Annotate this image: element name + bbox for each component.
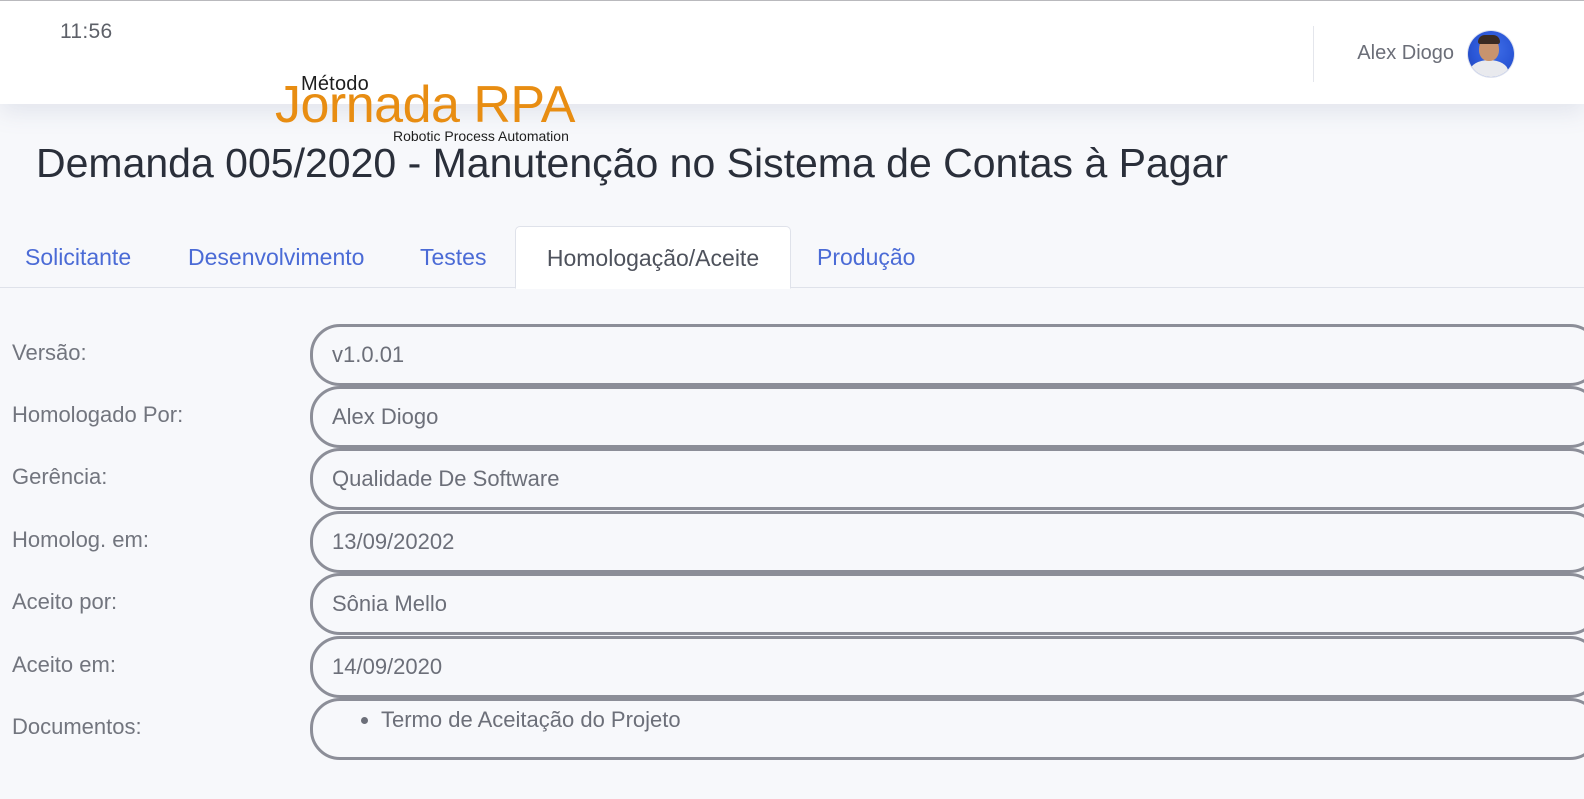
- tab-desenvolvimento[interactable]: Desenvolvimento: [188, 226, 364, 288]
- avatar-shirt: [1470, 60, 1508, 77]
- top-bar: 11:56 Alex Diogo: [0, 0, 1584, 104]
- aceito-em-label: Aceito em:: [12, 652, 116, 677]
- divider: [1313, 26, 1314, 82]
- aceito-em-field[interactable]: 14/09/2020: [310, 636, 1584, 698]
- aceito-por-field[interactable]: Sônia Mello: [310, 573, 1584, 635]
- homologado-por-label: Homologado Por:: [12, 402, 184, 427]
- documentos-label: Documentos:: [12, 714, 142, 739]
- documentos-field: Termo de Aceitação do Projeto: [310, 698, 1584, 760]
- logo-sub-text: Robotic Process Automation: [393, 128, 569, 144]
- gerencia-field[interactable]: Qualidade De Software: [310, 448, 1584, 510]
- logo: Jornada RPA Método Robotic Process Autom…: [275, 72, 585, 148]
- page-title: Demanda 005/2020 - Manutenção no Sistema…: [36, 140, 1229, 186]
- tab-solicitante[interactable]: Solicitante: [25, 226, 131, 288]
- tab-producao[interactable]: Produção: [817, 226, 915, 288]
- tab-testes[interactable]: Testes: [420, 226, 486, 288]
- tab-bar: Solicitante Desenvolvimento Testes Homol…: [0, 226, 1584, 289]
- versao-field[interactable]: v1.0.01: [310, 324, 1584, 386]
- gerencia-label: Gerência:: [12, 464, 108, 489]
- document-link[interactable]: Termo de Aceitação do Projeto: [381, 707, 1584, 733]
- logo-small-text: Método: [301, 73, 369, 95]
- homolog-em-label: Homolog. em:: [12, 527, 149, 552]
- user-name[interactable]: Alex Diogo: [1357, 42, 1454, 65]
- clock: 11:56: [60, 20, 113, 43]
- user-avatar-icon[interactable]: [1468, 31, 1514, 77]
- tab-homologacao-aceite[interactable]: Homologação/Aceite: [515, 226, 791, 289]
- documents-list: Termo de Aceitação do Projeto: [332, 707, 1584, 733]
- avatar-hair: [1478, 35, 1500, 44]
- homologado-por-field[interactable]: Alex Diogo: [310, 386, 1584, 448]
- homolog-em-field[interactable]: 13/09/20202: [310, 511, 1584, 573]
- versao-label: Versão:: [12, 340, 87, 365]
- aceito-por-label: Aceito por:: [12, 589, 118, 614]
